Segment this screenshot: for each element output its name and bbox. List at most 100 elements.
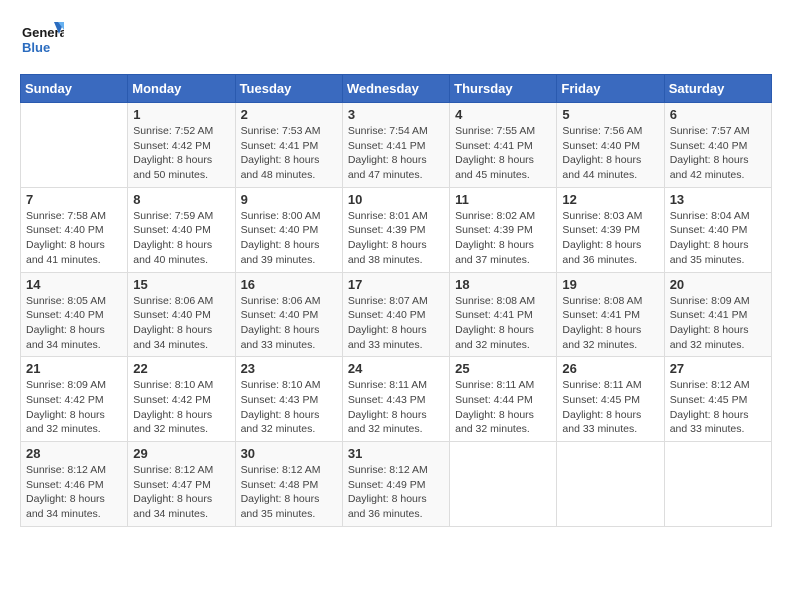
calendar-cell: 12 Sunrise: 8:03 AMSunset: 4:39 PMDayligh… xyxy=(557,187,664,272)
week-row-3: 14 Sunrise: 8:05 AMSunset: 4:40 PMDayligh… xyxy=(21,272,772,357)
calendar-cell: 29 Sunrise: 8:12 AMSunset: 4:47 PMDayligh… xyxy=(128,442,235,527)
calendar-cell: 19Sunrise: 8:08 AMSunset: 4:41 PMDayligh… xyxy=(557,272,664,357)
cell-content: Sunrise: 7:53 AMSunset: 4:41 PMDaylight:… xyxy=(241,124,337,183)
logo: General Blue xyxy=(20,20,64,64)
cell-content: Sunrise: 7:58 AMSunset: 4:40 PMDaylight:… xyxy=(26,209,122,268)
day-number: 23 xyxy=(241,361,337,376)
cell-content: Sunrise: 8:12 AMSunset: 4:46 PMDaylight:… xyxy=(26,463,122,522)
day-number: 29 xyxy=(133,446,229,461)
svg-text:Blue: Blue xyxy=(22,40,50,55)
day-number: 5 xyxy=(562,107,658,122)
calendar-cell: 20Sunrise: 8:09 AMSunset: 4:41 PMDayligh… xyxy=(664,272,771,357)
cell-content: Sunrise: 7:54 AMSunset: 4:41 PMDaylight:… xyxy=(348,124,444,183)
calendar-cell: 6 Sunrise: 7:57 AMSunset: 4:40 PMDaylight… xyxy=(664,103,771,188)
calendar-cell: 28 Sunrise: 8:12 AMSunset: 4:46 PMDayligh… xyxy=(21,442,128,527)
day-number: 6 xyxy=(670,107,766,122)
day-number: 16 xyxy=(241,277,337,292)
day-number: 26 xyxy=(562,361,658,376)
day-number: 4 xyxy=(455,107,551,122)
col-header-sunday: Sunday xyxy=(21,75,128,103)
col-header-wednesday: Wednesday xyxy=(342,75,449,103)
cell-content: Sunrise: 8:06 AMSunset: 4:40 PMDaylight:… xyxy=(133,294,229,353)
cell-content: Sunrise: 7:57 AMSunset: 4:40 PMDaylight:… xyxy=(670,124,766,183)
day-number: 9 xyxy=(241,192,337,207)
calendar-cell: 26 Sunrise: 8:11 AMSunset: 4:45 PMDayligh… xyxy=(557,357,664,442)
cell-content: Sunrise: 7:56 AMSunset: 4:40 PMDaylight:… xyxy=(562,124,658,183)
cell-content: Sunrise: 8:11 AMSunset: 4:44 PMDaylight:… xyxy=(455,378,551,437)
cell-content: Sunrise: 8:05 AMSunset: 4:40 PMDaylight:… xyxy=(26,294,122,353)
day-number: 25 xyxy=(455,361,551,376)
calendar-cell: 4 Sunrise: 7:55 AMSunset: 4:41 PMDaylight… xyxy=(450,103,557,188)
cell-content: Sunrise: 7:59 AMSunset: 4:40 PMDaylight:… xyxy=(133,209,229,268)
day-number: 21 xyxy=(26,361,122,376)
col-header-saturday: Saturday xyxy=(664,75,771,103)
col-header-thursday: Thursday xyxy=(450,75,557,103)
cell-content: Sunrise: 8:06 AMSunset: 4:40 PMDaylight:… xyxy=(241,294,337,353)
col-header-tuesday: Tuesday xyxy=(235,75,342,103)
calendar-cell: 15 Sunrise: 8:06 AMSunset: 4:40 PMDayligh… xyxy=(128,272,235,357)
calendar-cell xyxy=(21,103,128,188)
day-number: 11 xyxy=(455,192,551,207)
calendar-cell: 17 Sunrise: 8:07 AMSunset: 4:40 PMDayligh… xyxy=(342,272,449,357)
calendar-cell: 14 Sunrise: 8:05 AMSunset: 4:40 PMDayligh… xyxy=(21,272,128,357)
cell-content: Sunrise: 8:12 AMSunset: 4:49 PMDaylight:… xyxy=(348,463,444,522)
calendar-cell: 24Sunrise: 8:11 AMSunset: 4:43 PMDayligh… xyxy=(342,357,449,442)
day-number: 14 xyxy=(26,277,122,292)
col-header-monday: Monday xyxy=(128,75,235,103)
calendar-cell xyxy=(450,442,557,527)
cell-content: Sunrise: 8:10 AMSunset: 4:43 PMDaylight:… xyxy=(241,378,337,437)
cell-content: Sunrise: 8:02 AMSunset: 4:39 PMDaylight:… xyxy=(455,209,551,268)
calendar-cell xyxy=(557,442,664,527)
calendar-cell: 16 Sunrise: 8:06 AMSunset: 4:40 PMDayligh… xyxy=(235,272,342,357)
calendar-cell xyxy=(664,442,771,527)
calendar-table: SundayMondayTuesdayWednesdayThursdayFrid… xyxy=(20,74,772,527)
cell-content: Sunrise: 8:12 AMSunset: 4:47 PMDaylight:… xyxy=(133,463,229,522)
cell-content: Sunrise: 8:10 AMSunset: 4:42 PMDaylight:… xyxy=(133,378,229,437)
cell-content: Sunrise: 8:11 AMSunset: 4:45 PMDaylight:… xyxy=(562,378,658,437)
day-number: 2 xyxy=(241,107,337,122)
logo-icon: General Blue xyxy=(20,20,64,64)
cell-content: Sunrise: 8:04 AMSunset: 4:40 PMDaylight:… xyxy=(670,209,766,268)
page-header: General Blue xyxy=(20,20,772,64)
week-row-5: 28 Sunrise: 8:12 AMSunset: 4:46 PMDayligh… xyxy=(21,442,772,527)
day-number: 31 xyxy=(348,446,444,461)
day-number: 1 xyxy=(133,107,229,122)
calendar-cell: 9 Sunrise: 8:00 AMSunset: 4:40 PMDaylight… xyxy=(235,187,342,272)
calendar-cell: 13 Sunrise: 8:04 AMSunset: 4:40 PMDayligh… xyxy=(664,187,771,272)
calendar-cell: 3 Sunrise: 7:54 AMSunset: 4:41 PMDaylight… xyxy=(342,103,449,188)
day-number: 7 xyxy=(26,192,122,207)
day-number: 12 xyxy=(562,192,658,207)
calendar-cell: 2 Sunrise: 7:53 AMSunset: 4:41 PMDaylight… xyxy=(235,103,342,188)
col-header-friday: Friday xyxy=(557,75,664,103)
cell-content: Sunrise: 8:08 AMSunset: 4:41 PMDaylight:… xyxy=(455,294,551,353)
calendar-cell: 10 Sunrise: 8:01 AMSunset: 4:39 PMDayligh… xyxy=(342,187,449,272)
cell-content: Sunrise: 8:12 AMSunset: 4:48 PMDaylight:… xyxy=(241,463,337,522)
calendar-cell: 1Sunrise: 7:52 AMSunset: 4:42 PMDaylight… xyxy=(128,103,235,188)
calendar-cell: 22 Sunrise: 8:10 AMSunset: 4:42 PMDayligh… xyxy=(128,357,235,442)
cell-content: Sunrise: 8:09 AMSunset: 4:41 PMDaylight:… xyxy=(670,294,766,353)
cell-content: Sunrise: 8:01 AMSunset: 4:39 PMDaylight:… xyxy=(348,209,444,268)
calendar-cell: 18Sunrise: 8:08 AMSunset: 4:41 PMDayligh… xyxy=(450,272,557,357)
calendar-cell: 5 Sunrise: 7:56 AMSunset: 4:40 PMDaylight… xyxy=(557,103,664,188)
cell-content: Sunrise: 8:03 AMSunset: 4:39 PMDaylight:… xyxy=(562,209,658,268)
day-number: 24 xyxy=(348,361,444,376)
day-number: 13 xyxy=(670,192,766,207)
day-number: 28 xyxy=(26,446,122,461)
cell-content: Sunrise: 8:07 AMSunset: 4:40 PMDaylight:… xyxy=(348,294,444,353)
day-number: 27 xyxy=(670,361,766,376)
cell-content: Sunrise: 7:55 AMSunset: 4:41 PMDaylight:… xyxy=(455,124,551,183)
day-number: 30 xyxy=(241,446,337,461)
day-number: 17 xyxy=(348,277,444,292)
calendar-cell: 11 Sunrise: 8:02 AMSunset: 4:39 PMDayligh… xyxy=(450,187,557,272)
day-number: 19 xyxy=(562,277,658,292)
calendar-cell: 27 Sunrise: 8:12 AMSunset: 4:45 PMDayligh… xyxy=(664,357,771,442)
cell-content: Sunrise: 8:12 AMSunset: 4:45 PMDaylight:… xyxy=(670,378,766,437)
day-number: 10 xyxy=(348,192,444,207)
day-number: 3 xyxy=(348,107,444,122)
day-number: 15 xyxy=(133,277,229,292)
calendar-cell: 30 Sunrise: 8:12 AMSunset: 4:48 PMDayligh… xyxy=(235,442,342,527)
day-number: 8 xyxy=(133,192,229,207)
day-number: 22 xyxy=(133,361,229,376)
cell-content: Sunrise: 8:00 AMSunset: 4:40 PMDaylight:… xyxy=(241,209,337,268)
calendar-cell: 31 Sunrise: 8:12 AMSunset: 4:49 PMDayligh… xyxy=(342,442,449,527)
